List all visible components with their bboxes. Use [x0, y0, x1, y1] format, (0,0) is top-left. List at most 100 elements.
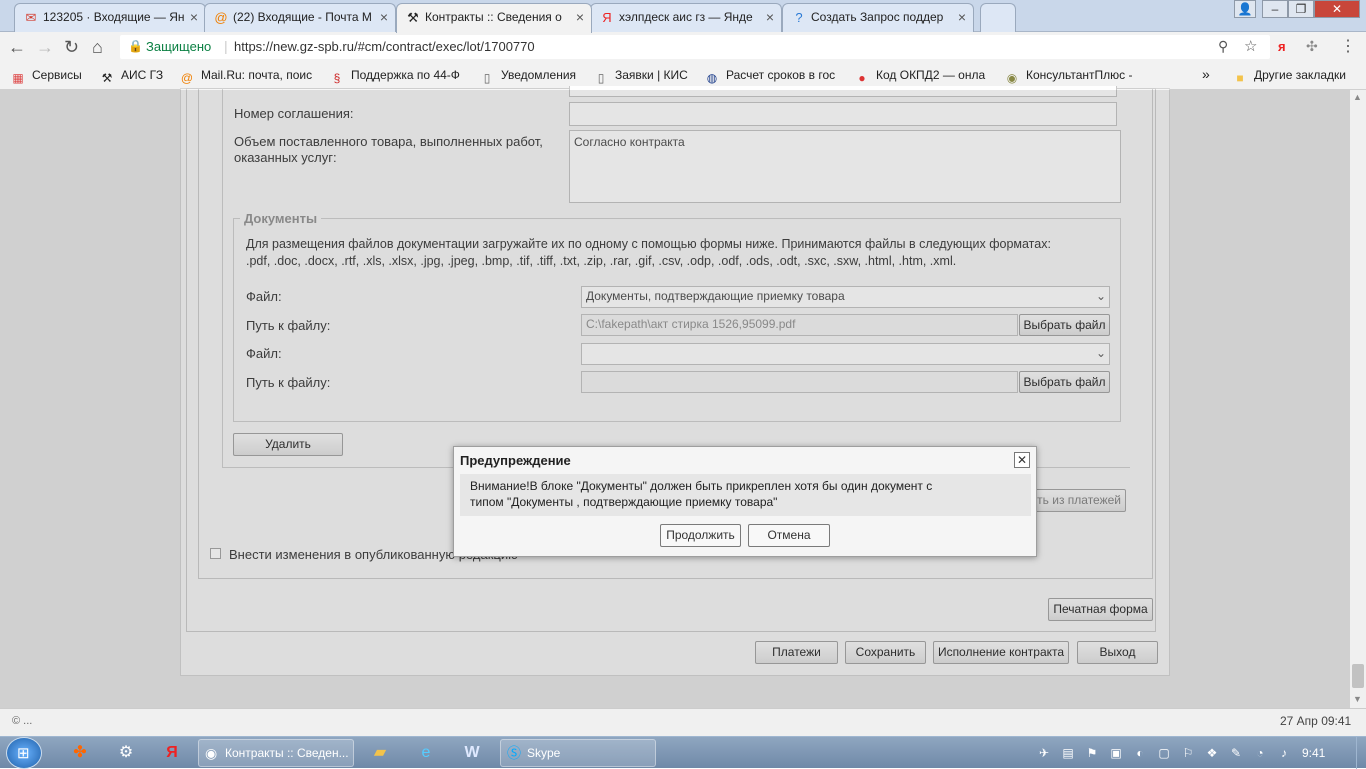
dialog-message-box: Внимание!В блоке "Документы" должен быть…	[460, 474, 1031, 516]
word-icon[interactable]: W	[460, 741, 484, 765]
show-desktop-button[interactable]	[1356, 737, 1366, 769]
volume-icon[interactable]: ♪	[1276, 745, 1292, 761]
modal-overlay	[0, 90, 1350, 708]
dialog-title: Предупреждение	[460, 453, 571, 468]
network-icon[interactable]: ◔	[1252, 745, 1268, 761]
status-datetime: 27 Апр 09:41	[1280, 714, 1352, 728]
tab-title: Создать Запрос поддер	[811, 10, 944, 24]
law-icon: §	[333, 71, 341, 85]
yandex-ext-icon[interactable]: я	[1278, 39, 1286, 54]
internet-explorer-icon[interactable]: e	[414, 741, 438, 765]
lock-icon: 🔒	[128, 39, 143, 53]
new-tab-button[interactable]	[980, 3, 1016, 32]
zoom-icon[interactable]: ⚲	[1218, 38, 1228, 55]
windows-logo-icon: ⊞	[17, 745, 30, 762]
tab-contracts[interactable]: ⚒ Контракты :: Сведения о ×	[396, 3, 592, 33]
extension-icon[interactable]: ✣	[1306, 38, 1318, 55]
bookmark-support-44[interactable]: § Поддержка по 44-Ф	[329, 68, 460, 86]
close-icon[interactable]: ×	[380, 4, 388, 31]
taskbar-chrome-window[interactable]: ◉ Контракты :: Сведен...	[198, 739, 354, 767]
windows-taskbar: ⊞ ✤ ⚙ Я ◉ Контракты :: Сведен... ▰ e W Ⓢ…	[0, 736, 1366, 769]
page-scrollbar[interactable]: ▲ ▼	[1350, 90, 1366, 708]
maximize-button[interactable]: ❐	[1288, 0, 1314, 18]
tray-icon[interactable]: ✎	[1228, 745, 1244, 761]
taskbar-skype-window[interactable]: Ⓢ Skype	[500, 739, 656, 767]
browser-tab-strip: ✉ 123205 · Входящие — Ян × @ (22) Входящ…	[0, 0, 1366, 33]
folder-icon: ■	[1236, 71, 1244, 85]
tab-yandex-search[interactable]: Я хэлпдеск аис гз — Янде ×	[590, 3, 782, 32]
start-button[interactable]: ⊞	[6, 737, 42, 769]
continue-button[interactable]: Продолжить	[660, 524, 741, 547]
bookmark-okpd2[interactable]: ● Код ОКПД2 — онла	[854, 68, 985, 86]
explorer-icon[interactable]: ▰	[368, 741, 392, 765]
tab-title: 123205 · Входящие — Ян	[43, 10, 185, 24]
help-icon: ?	[795, 10, 803, 25]
scroll-down-icon[interactable]: ▼	[1353, 694, 1362, 704]
bookmark-mailru[interactable]: @ Mail.Ru: почта, поис	[179, 68, 312, 86]
apps-icon: ▦	[12, 71, 24, 85]
forward-icon[interactable]: →	[36, 36, 54, 58]
tab-support-request[interactable]: ? Создать Запрос поддер ×	[782, 3, 974, 32]
address-bar[interactable]: 🔒 Защищено | https://new.gz-spb.ru/#cm/c…	[120, 35, 1270, 59]
tray-icon[interactable]: ◐	[1132, 745, 1148, 761]
star-icon[interactable]: ☆	[1244, 37, 1257, 55]
bookmark-other[interactable]: ■ Другие закладки	[1232, 68, 1346, 86]
url-text[interactable]: https://new.gz-spb.ru/#cm/contract/exec/…	[234, 39, 535, 54]
skype-icon: Ⓢ	[507, 745, 521, 761]
tray-icon[interactable]: ✈	[1036, 745, 1052, 761]
tray-icon[interactable]: ▣	[1108, 745, 1124, 761]
taskbar-clock[interactable]: 9:41	[1302, 746, 1325, 760]
tab-mailru[interactable]: @ (22) Входящие - Почта М ×	[204, 3, 396, 32]
page-icon: ▯	[597, 71, 605, 85]
tray-icon[interactable]: ⚑	[1084, 745, 1100, 761]
close-icon[interactable]: ×	[576, 4, 584, 31]
separator: |	[224, 38, 228, 54]
minimize-button[interactable]: –	[1262, 0, 1288, 18]
bookmark-notifications[interactable]: ▯ Уведомления	[479, 68, 576, 86]
copyright-text: © ...	[12, 715, 33, 727]
cancel-button[interactable]: Отмена	[748, 524, 830, 547]
dialog-message-line2: типом "Документы , подтверждающие приемк…	[470, 495, 778, 509]
tray-icon[interactable]: ▢	[1156, 745, 1172, 761]
back-icon[interactable]: ←	[8, 36, 26, 58]
tray-icon[interactable]: ▤	[1060, 745, 1076, 761]
dialog-message-line1: Внимание!В блоке "Документы" должен быть…	[470, 479, 933, 493]
calc-icon: ◍	[706, 71, 718, 85]
bookmark-kis-requests[interactable]: ▯ Заявки | КИС	[593, 68, 688, 86]
scroll-up-icon[interactable]: ▲	[1353, 92, 1362, 102]
bookmark-services[interactable]: ▦ Сервисы	[10, 68, 81, 86]
flag-icon[interactable]: ⚐	[1180, 745, 1196, 761]
close-icon[interactable]: ×	[958, 4, 966, 31]
reload-icon[interactable]: ↻	[64, 36, 79, 58]
tab-yandex-mail[interactable]: ✉ 123205 · Входящие — Ян ×	[14, 3, 206, 32]
dialog-close-icon[interactable]: ✕	[1014, 452, 1030, 468]
close-icon[interactable]: ×	[766, 4, 774, 31]
tab-title: Контракты :: Сведения о	[425, 10, 562, 24]
consultant-icon: ◉	[1006, 71, 1018, 85]
window-close-button[interactable]: ✕	[1314, 0, 1360, 18]
menu-icon[interactable]: ⋮	[1340, 36, 1356, 56]
scrollbar-thumb[interactable]	[1352, 664, 1364, 688]
warning-dialog: Предупреждение ✕ Внимание!В блоке "Докум…	[453, 446, 1037, 557]
gavel-icon: ⚒	[407, 10, 419, 25]
bookmarks-overflow-button[interactable]: »	[1202, 66, 1210, 82]
gavel-icon: ⚒	[101, 71, 113, 85]
bookmark-consultant[interactable]: ◉ КонсультантПлюс -	[1004, 68, 1133, 86]
yandex-browser-icon[interactable]: Я	[160, 741, 184, 765]
home-icon[interactable]: ⌂	[92, 36, 103, 58]
tab-title: (22) Входящие - Почта М	[233, 10, 372, 24]
chrome-icon: ◉	[205, 745, 218, 761]
code-icon: ●	[858, 71, 866, 85]
pinned-app-icon[interactable]: ✤	[68, 741, 92, 765]
gmail-icon: ✉	[25, 10, 37, 25]
mailru-icon: @	[180, 71, 194, 85]
dropbox-icon[interactable]: ❖	[1204, 745, 1220, 761]
profile-icon[interactable]: 👤	[1234, 0, 1256, 18]
page-icon: ▯	[483, 71, 491, 85]
mailru-icon: @	[214, 10, 228, 25]
bookmark-ais-gz[interactable]: ⚒ АИС ГЗ	[99, 68, 164, 86]
bookmark-deadlines[interactable]: ◍ Расчет сроков в гос	[704, 68, 835, 86]
close-icon[interactable]: ×	[190, 4, 198, 31]
pinned-app-icon[interactable]: ⚙	[114, 741, 138, 765]
secure-label: Защищено	[146, 39, 212, 54]
